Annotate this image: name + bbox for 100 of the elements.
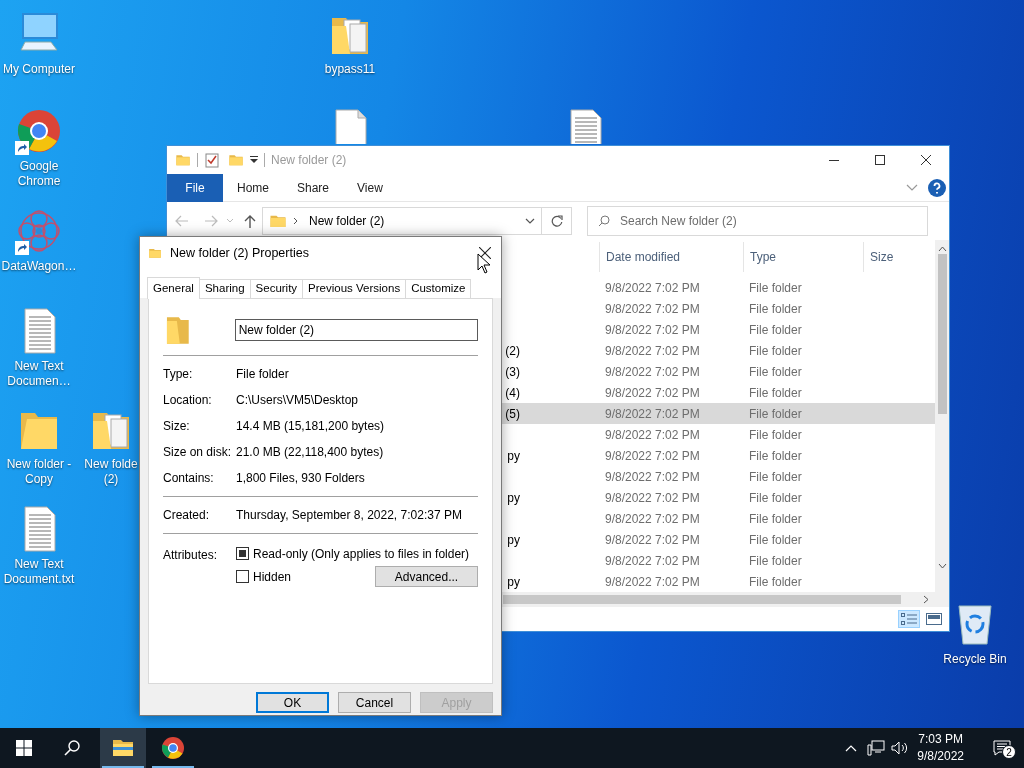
column-header[interactable]: Type bbox=[743, 242, 863, 272]
date-modified: 9/8/2022 7:02 PM bbox=[605, 322, 700, 337]
expand-ribbon-icon[interactable] bbox=[906, 183, 918, 192]
ribbon-tab[interactable]: Share bbox=[283, 173, 344, 202]
file-type: File folder bbox=[749, 385, 802, 400]
close-icon bbox=[479, 247, 491, 259]
folder-icon bbox=[148, 246, 162, 260]
properties-icon[interactable] bbox=[204, 152, 220, 168]
attributes-label: Attributes: bbox=[163, 548, 218, 562]
file-name[interactable]: (2) bbox=[505, 343, 520, 358]
date-modified: 9/8/2022 7:02 PM bbox=[605, 574, 700, 589]
file-type: File folder bbox=[749, 280, 802, 295]
volume-icon[interactable] bbox=[891, 740, 910, 756]
file-type: File folder bbox=[749, 427, 802, 442]
file-name[interactable]: py bbox=[507, 532, 520, 547]
notification-count-badge: 2 bbox=[1002, 745, 1016, 759]
windows-logo-icon bbox=[16, 740, 32, 756]
clock-time: 7:03 PM bbox=[917, 731, 964, 748]
notification-button[interactable]: 2 bbox=[980, 728, 1024, 768]
file-name[interactable]: (5) bbox=[505, 406, 520, 421]
file-type: File folder bbox=[749, 448, 802, 463]
help-icon[interactable] bbox=[928, 178, 946, 197]
checkbox-label[interactable]: Hidden bbox=[253, 567, 292, 586]
property-value: 21.0 MB (22,118,400 bytes) bbox=[236, 444, 384, 461]
folder-name-field[interactable]: New folder (2) bbox=[234, 319, 478, 341]
file-name[interactable]: (4) bbox=[505, 385, 520, 400]
taskbar-app-button[interactable] bbox=[100, 728, 146, 768]
shortcut-arrow-icon bbox=[15, 141, 29, 155]
scroll-right-icon[interactable] bbox=[923, 595, 929, 604]
image-view-icon bbox=[926, 613, 942, 625]
property-value: 1,800 Files, 930 Folders bbox=[236, 470, 365, 487]
refresh-icon bbox=[550, 215, 563, 227]
date-modified: 9/8/2022 7:02 PM bbox=[605, 406, 700, 421]
file-name[interactable]: (3) bbox=[505, 364, 520, 379]
property-label: Contains: bbox=[163, 471, 214, 485]
date-modified: 9/8/2022 7:02 PM bbox=[605, 532, 700, 547]
file-type: File folder bbox=[749, 322, 802, 337]
scrollbar-thumb[interactable] bbox=[503, 595, 901, 604]
scroll-down-icon[interactable] bbox=[937, 563, 947, 569]
mandala-icon[interactable] bbox=[15, 207, 63, 255]
date-modified: 9/8/2022 7:02 PM bbox=[605, 553, 700, 568]
large-icons-view-button[interactable] bbox=[923, 610, 945, 628]
up-icon[interactable] bbox=[244, 214, 256, 228]
desktop-icon-label[interactable]: Recycle Bin bbox=[943, 652, 1007, 667]
date-modified: 9/8/2022 7:02 PM bbox=[605, 364, 700, 379]
column-header[interactable]: Date modified bbox=[599, 242, 743, 272]
dialog-tab[interactable]: Customize bbox=[405, 279, 472, 298]
file-menu-button[interactable]: File bbox=[167, 173, 223, 202]
file-type: File folder bbox=[749, 553, 802, 568]
dialog-button[interactable]: Cancel bbox=[338, 692, 411, 713]
message-icon bbox=[993, 740, 1011, 756]
date-modified: 9/8/2022 7:02 PM bbox=[605, 469, 700, 484]
chevron-icon bbox=[293, 217, 299, 225]
desktop-icon-label[interactable]: bypass11 bbox=[324, 62, 376, 77]
checkbox[interactable] bbox=[236, 570, 249, 583]
property-label: Created: bbox=[163, 508, 210, 522]
show-hidden-icons-icon[interactable] bbox=[845, 744, 858, 752]
clock-date: 9/8/2022 bbox=[917, 748, 964, 765]
caret-icon[interactable] bbox=[250, 155, 258, 165]
property-value: Thursday, September 8, 2022, 7:02:37 PM bbox=[236, 507, 462, 524]
date-modified: 9/8/2022 7:02 PM bbox=[605, 427, 700, 442]
browser-icon bbox=[161, 736, 185, 760]
date-modified: 9/8/2022 7:02 PM bbox=[605, 490, 700, 505]
address-bar[interactable]: New folder (2) bbox=[262, 207, 542, 235]
scroll-up-icon[interactable] bbox=[937, 246, 947, 252]
browser-icon[interactable] bbox=[15, 107, 63, 155]
date-modified: 9/8/2022 7:02 PM bbox=[605, 280, 700, 295]
search-field[interactable]: Search New folder (2) bbox=[587, 206, 928, 236]
checkbox-label[interactable]: Read-only (Only applies to files in folder) bbox=[253, 544, 470, 563]
property-label: Type: bbox=[163, 367, 193, 381]
date-modified: 9/8/2022 7:02 PM bbox=[605, 385, 700, 400]
close-icon bbox=[921, 155, 931, 165]
taskbar-clock[interactable]: 7:03 PM 9/8/2022 bbox=[909, 731, 972, 765]
details-view-icon bbox=[901, 613, 917, 625]
dropdown-icon[interactable] bbox=[525, 218, 535, 224]
file-type: File folder bbox=[749, 532, 802, 547]
file-name[interactable]: py bbox=[507, 574, 520, 589]
file-name[interactable]: py bbox=[507, 448, 520, 463]
maximize-icon bbox=[875, 155, 885, 165]
file-name[interactable]: py bbox=[507, 490, 520, 505]
network-icon[interactable] bbox=[867, 740, 886, 756]
dialog-button[interactable]: OK bbox=[256, 692, 329, 713]
file-type: File folder bbox=[749, 301, 802, 316]
scrollbar-thumb[interactable] bbox=[937, 254, 947, 414]
ribbon-tab[interactable]: Home bbox=[223, 173, 283, 202]
window-title: New folder (2) bbox=[271, 152, 347, 169]
date-modified: 9/8/2022 7:02 PM bbox=[605, 343, 700, 358]
file-type: File folder bbox=[749, 574, 802, 589]
checkbox[interactable] bbox=[236, 547, 249, 560]
date-modified: 9/8/2022 7:02 PM bbox=[605, 511, 700, 526]
file-type: File folder bbox=[749, 511, 802, 526]
date-modified: 9/8/2022 7:02 PM bbox=[605, 448, 700, 463]
dialog-tab[interactable]: General bbox=[147, 277, 200, 299]
ribbon-tab[interactable]: View bbox=[343, 173, 397, 202]
refresh-button[interactable] bbox=[542, 207, 572, 235]
details-view-button[interactable] bbox=[898, 610, 920, 628]
search-icon bbox=[598, 215, 610, 227]
file-type: File folder bbox=[749, 406, 802, 421]
file-type: File folder bbox=[749, 343, 802, 358]
advanced-button[interactable]: Advanced... bbox=[375, 566, 478, 587]
